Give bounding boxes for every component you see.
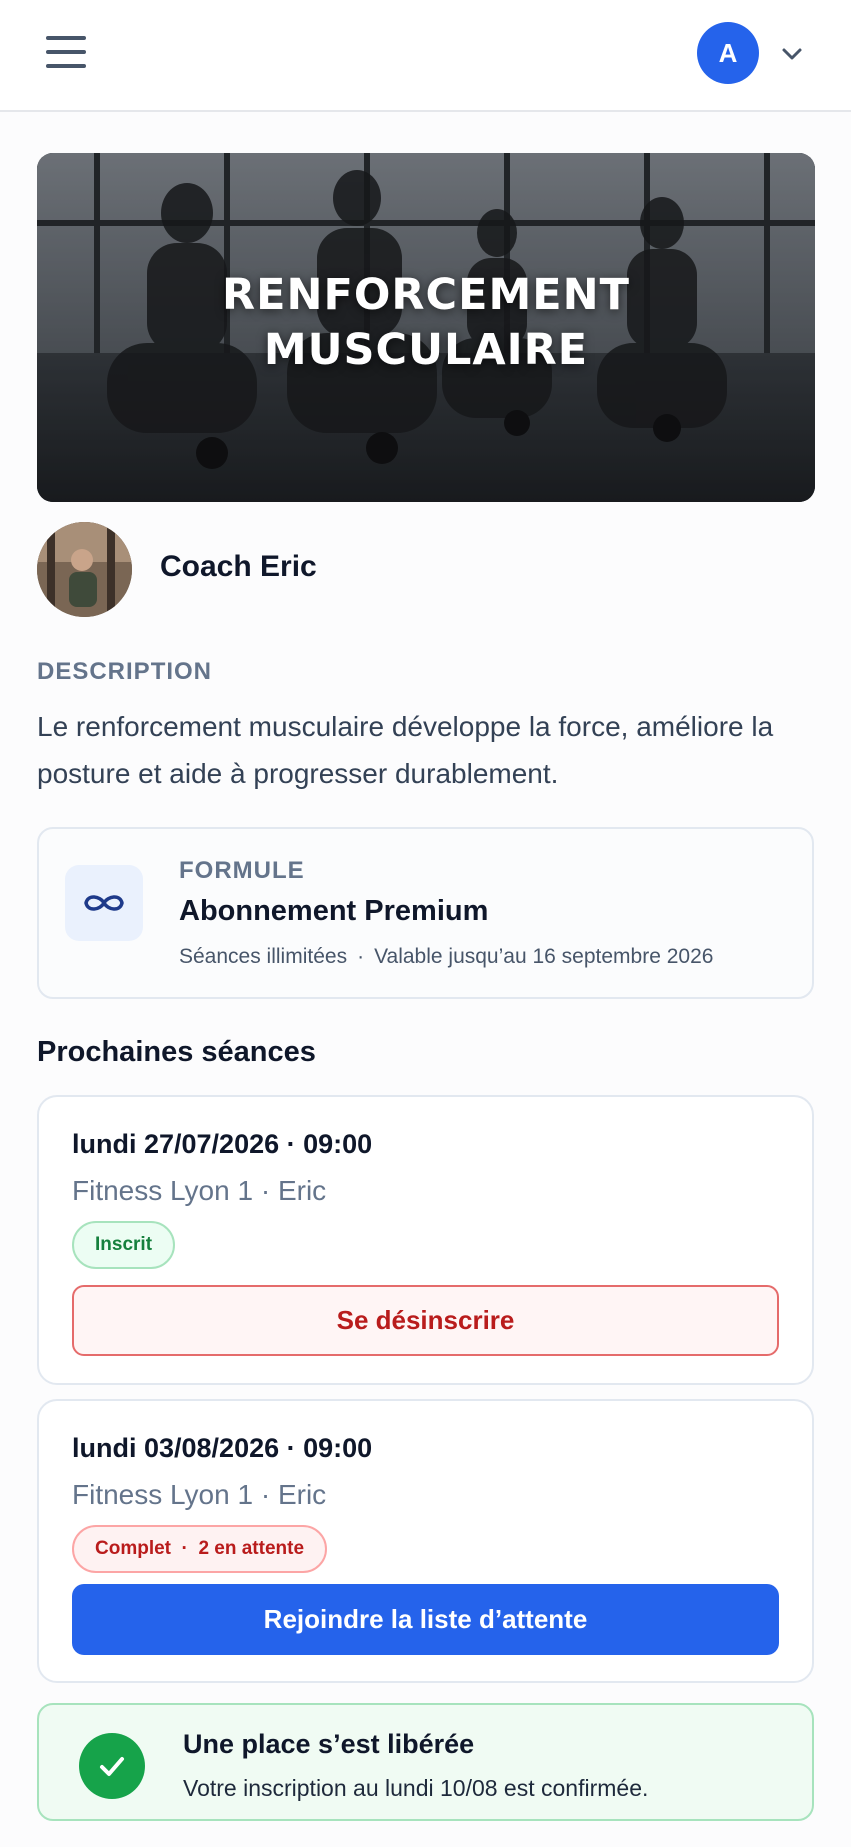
session-place: Fitness Lyon 1 · Eric xyxy=(72,1175,327,1206)
status-badge-registered: Inscrit xyxy=(72,1221,176,1269)
coach-avatar xyxy=(37,522,132,617)
hamburger-menu-icon[interactable] xyxy=(44,32,92,72)
separator-dot: · xyxy=(357,945,365,968)
coach-name: Coach Eric xyxy=(160,550,317,583)
session-place: Fitness Lyon 1 · Eric xyxy=(72,1479,327,1510)
status-badge-full: Complet · 2 en attente xyxy=(72,1525,328,1573)
plan-card: FORMULE Abonnement Premium Séances illim… xyxy=(37,827,814,999)
plan-name: Abonnement Premium xyxy=(179,895,489,927)
success-notice: Une place s’est libérée Votre inscriptio… xyxy=(37,1703,814,1821)
plan-meta: Séances illimitées · Valable jusqu’au 16 s… xyxy=(179,945,713,969)
notice-text: Votre inscription au lundi 10/08 est con… xyxy=(183,1775,649,1801)
plan-sessions: Séances illimitées xyxy=(179,945,348,968)
chevron-down-icon[interactable] xyxy=(778,40,806,68)
session-datetime: lundi 03/08/2026 · 09:00 xyxy=(72,1433,373,1463)
top-bar: A xyxy=(0,0,851,112)
unsubscribe-button[interactable]: Se désinscrire xyxy=(72,1285,779,1356)
session-card: lundi 03/08/2026 · 09:00 Fitness Lyon 1 … xyxy=(37,1399,814,1683)
plan-label: FORMULE xyxy=(179,857,305,884)
infinity-icon xyxy=(65,865,143,941)
notice-title: Une place s’est libérée xyxy=(183,1729,475,1759)
description-text: Le renforcement musculaire développe la … xyxy=(37,711,774,789)
plan-validity: Valable jusqu’au 16 septembre 2026 xyxy=(374,945,714,968)
hero-title: RENFORCEMENT MUSCULAIRE xyxy=(222,269,630,375)
user-avatar[interactable]: A xyxy=(697,22,759,84)
description-label: DESCRIPTION xyxy=(37,658,213,685)
join-waitlist-button[interactable]: Rejoindre la liste d’attente xyxy=(72,1584,779,1655)
hero-banner: RENFORCEMENT MUSCULAIRE xyxy=(37,153,815,502)
session-card: lundi 27/07/2026 · 09:00 Fitness Lyon 1 … xyxy=(37,1095,814,1385)
upcoming-sessions-title: Prochaines séances xyxy=(37,1036,316,1068)
check-circle-icon xyxy=(79,1733,145,1799)
session-datetime: lundi 27/07/2026 · 09:00 xyxy=(72,1129,373,1159)
